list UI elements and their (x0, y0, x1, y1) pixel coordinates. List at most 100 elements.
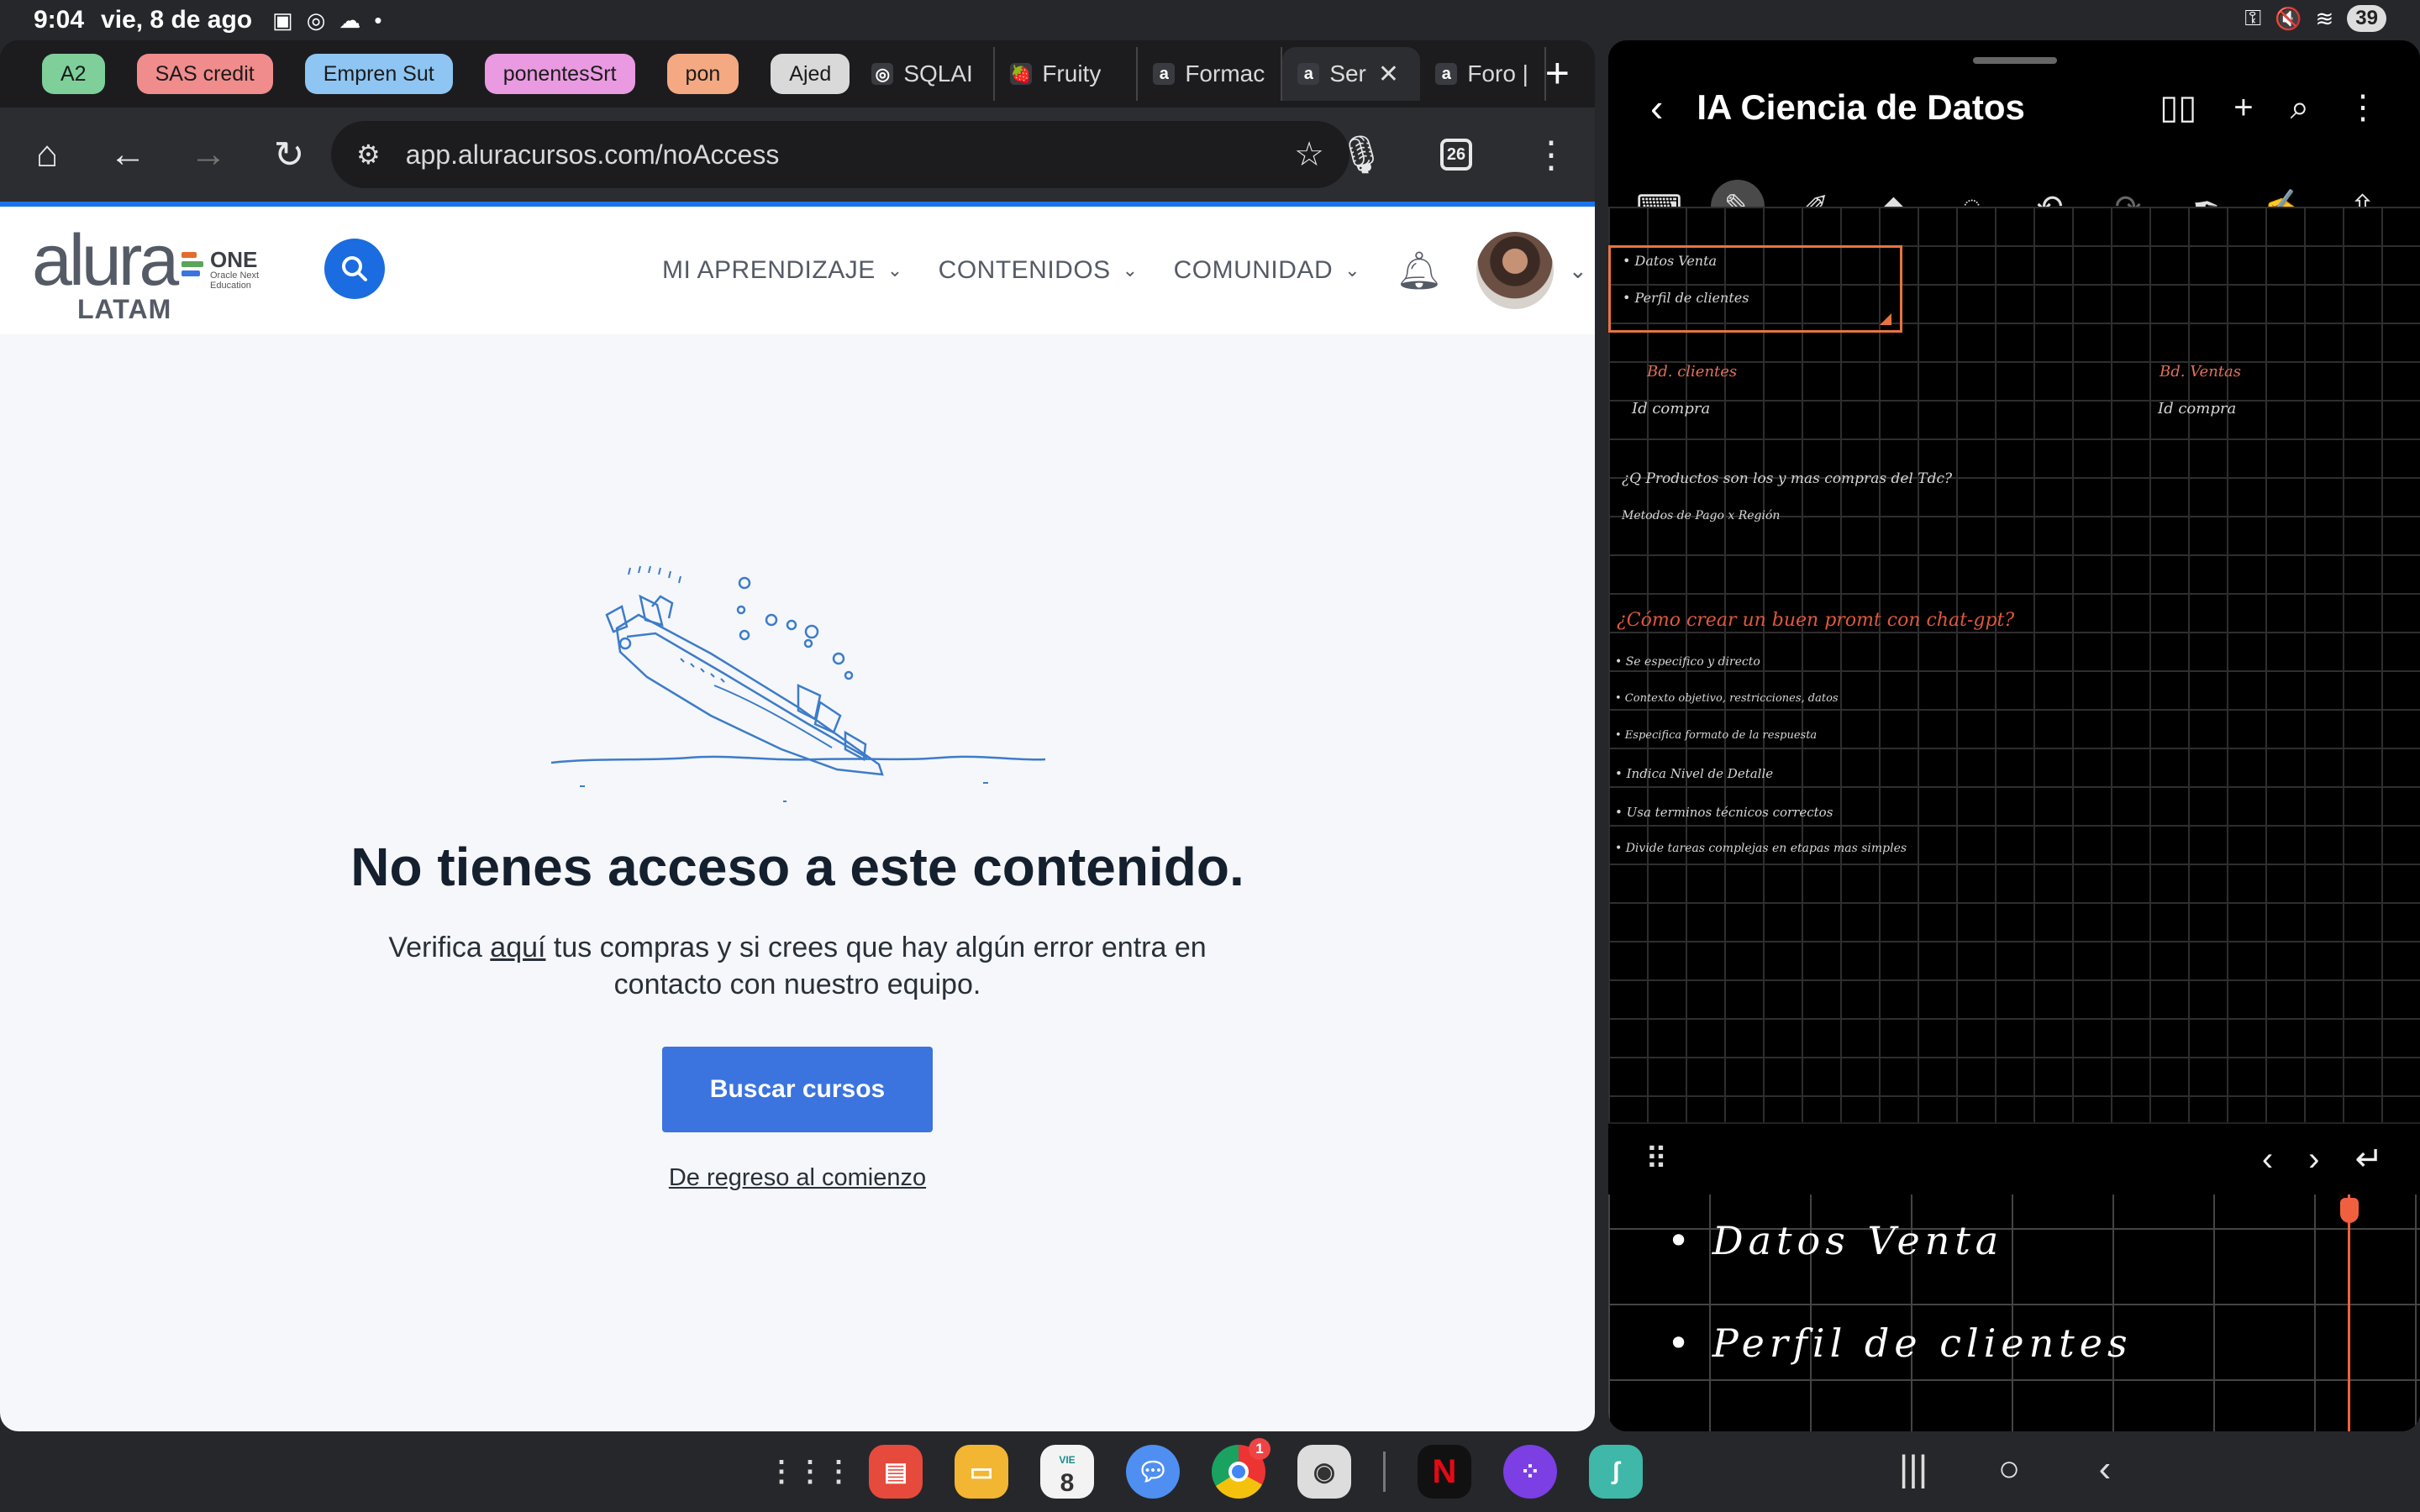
home-circle-icon[interactable]: ○ (1961, 1448, 2057, 1490)
note-question-2: Metodos de Pago x Región (1622, 509, 1781, 522)
enter-return-icon[interactable]: ↵ (2354, 1140, 2383, 1179)
back-chevron-icon[interactable]: ‹ (2057, 1448, 2153, 1490)
netflix-app-icon[interactable]: N (1418, 1445, 1471, 1499)
new-tab-plus-icon[interactable]: + (1545, 49, 1570, 97)
nav-label: COMUNIDAD (1173, 256, 1334, 284)
book-view-icon[interactable]: ▯▯ (2160, 88, 2196, 127)
close-tab-icon[interactable]: ✕ (1378, 60, 1399, 89)
tab-label: SQLAI (903, 60, 973, 87)
chrome-notification-icon: ◎ (306, 7, 326, 33)
one-line2: Education (210, 281, 251, 291)
back-chevron-icon[interactable]: ‹ (1650, 85, 1663, 130)
previous-chevron-icon[interactable]: ‹ (2262, 1141, 2273, 1179)
nav-label: MI APRENDIZAJE (662, 256, 876, 284)
search-button[interactable] (324, 239, 385, 299)
back-to-home-link[interactable]: De regreso al comienzo (0, 1164, 1595, 1192)
handwriting-pad[interactable]: • Datos Venta • Perfil de clientes (1608, 1194, 2420, 1431)
avatar[interactable] (1476, 232, 1554, 309)
status-date: vie, 8 de ago (101, 6, 253, 34)
tab-active[interactable]: a Ser ✕ (1282, 47, 1421, 101)
home-icon[interactable]: ⌂ (7, 134, 87, 176)
nav-mi-aprendizaje[interactable]: MI APRENDIZAJE ⌄ (662, 256, 903, 285)
tab-group-label: A2 (60, 61, 87, 86)
camera-app-icon[interactable]: ◉ (1297, 1445, 1351, 1499)
note-bd-ventas: Bd. Ventas (2160, 363, 2241, 381)
url-text[interactable]: app.aluracursos.com/noAccess (406, 139, 1294, 171)
pad-cursor[interactable] (2348, 1194, 2350, 1431)
my-files-icon[interactable]: ▭ (955, 1445, 1008, 1499)
tab-group-a2[interactable]: A2 (42, 54, 105, 94)
nav-contenidos[interactable]: CONTENIDOS ⌄ (939, 256, 1139, 285)
tab-group-ajed[interactable]: Ajed (771, 54, 850, 94)
tab-group-label: pon (685, 61, 721, 86)
finance-app-icon[interactable]: ʃ (1589, 1445, 1643, 1499)
desc-prefix: Verifica (388, 932, 491, 963)
notes-header: ‹ IA Ciencia de Datos ▯▯ + ⌕ ⋮ (1608, 66, 2420, 150)
add-plus-icon[interactable]: + (2233, 89, 2253, 127)
more-options-icon[interactable]: ⋮ (2346, 88, 2380, 127)
tab-favicon: a (1297, 63, 1320, 85)
notification-badge: 1 (1249, 1438, 1270, 1460)
browser-window: A2 SAS credit Empren Sut ponentesSrt pon… (0, 40, 1595, 1431)
window-drag-handle[interactable] (1973, 57, 2057, 64)
next-chevron-icon[interactable]: › (2308, 1141, 2319, 1179)
messages-app-icon[interactable]: 💬︎ (1126, 1445, 1180, 1499)
drag-handle-icon[interactable]: ⠿ (1645, 1142, 2262, 1177)
reload-icon[interactable]: ↻ (249, 134, 329, 176)
menu-kebab-icon[interactable]: ⋮ (1511, 134, 1591, 176)
key-icon: ⚿ (2244, 5, 2262, 30)
selected-line-2: • Perfil de clientes (1623, 290, 1749, 306)
calendar-weekday: VIE (1059, 1454, 1076, 1466)
taskbar-separator (1383, 1452, 1386, 1492)
microphone-icon[interactable]: 🎙 (1321, 133, 1402, 176)
handwriting-selection-box[interactable]: • Datos Venta • Perfil de clientes (1608, 245, 1902, 333)
resize-corner-icon[interactable] (1880, 313, 1891, 325)
pad-line-1: • Datos Venta (1667, 1218, 2004, 1263)
apps-edge-icon[interactable]: ⁘ (1503, 1445, 1557, 1499)
alura-logo[interactable]: alura LATAM (32, 224, 183, 325)
calendar-app-icon[interactable]: VIE 8 (1040, 1445, 1094, 1499)
notes-app-icon[interactable]: ▤ (869, 1445, 923, 1499)
chrome-app-icon[interactable]: 1 (1212, 1438, 1270, 1499)
status-bar: 9:04 vie, 8 de ago ▣ ◎ ☁ • ⚿ 🔇 ≋ 39 (0, 0, 2420, 40)
tab-fruity[interactable]: 🍓 Fruity (995, 47, 1139, 101)
battery-indicator: 39 (2347, 5, 2386, 32)
bell-icon[interactable]: 🔔︎ (1396, 249, 1443, 292)
tab-strip: A2 SAS credit Empren Sut ponentesSrt pon… (0, 40, 1595, 108)
page-title: No tienes acceso a este contenido. (350, 837, 1244, 897)
tab-label: Ser (1329, 60, 1366, 87)
screenshot-icon: ▣ (272, 7, 293, 33)
one-logo: ONE Oracle Next Education (182, 249, 259, 291)
chevron-down-icon: ⌄ (1344, 260, 1361, 281)
tab-switcher-button[interactable]: 26 (1440, 139, 1472, 171)
nav-comunidad[interactable]: COMUNIDAD ⌄ (1174, 256, 1360, 285)
search-courses-button[interactable]: Buscar cursos (662, 1047, 933, 1132)
tab-group-pon[interactable]: pon (666, 54, 739, 94)
site-settings-icon[interactable]: ⚙ (356, 139, 381, 171)
app-drawer-icon[interactable]: ⋮⋮⋮ (767, 1445, 853, 1499)
bookmark-star-icon[interactable]: ☆ (1294, 135, 1324, 174)
verify-link[interactable]: aquí (490, 932, 545, 963)
back-arrow-icon[interactable]: ← (87, 134, 168, 176)
cloud-icon: ☁ (339, 7, 361, 33)
note-canvas[interactable]: • Datos Venta • Perfil de clientes Bd. c… (1608, 207, 2420, 1122)
chevron-down-icon[interactable]: ⌄ (1569, 258, 1587, 284)
tab-group-ponentessrt[interactable]: ponentesSrt (484, 54, 635, 94)
tab-group-empren-sut[interactable]: Empren Sut (304, 54, 453, 94)
pad-cursor-handle-icon[interactable] (2340, 1198, 2359, 1223)
logo-sub: LATAM (77, 294, 172, 324)
tab-sqlai[interactable]: ◎ SQLAI (856, 47, 996, 101)
note-bd-clientes: Bd. clientes (1647, 363, 1738, 381)
one-logo-bars-icon (182, 252, 203, 280)
tab-group-label: SAS credit (155, 61, 255, 86)
forward-arrow-icon[interactable]: → (168, 134, 249, 176)
tab-group-sas-credit[interactable]: SAS credit (136, 54, 273, 94)
dot-icon: • (374, 7, 382, 33)
search-icon[interactable]: ⌕ (2291, 89, 2309, 127)
address-bar[interactable]: ⚙ app.aluracursos.com/noAccess ☆ (331, 121, 1349, 188)
recent-apps-icon[interactable]: ||| (1865, 1448, 1961, 1490)
browser-toolbar: ⌂ ← → ↻ ⚙ app.aluracursos.com/noAccess ☆… (0, 108, 1595, 202)
tab-formacion[interactable]: a Formación (1138, 47, 1283, 101)
tab-foro[interactable]: a Foro | (1420, 47, 1547, 101)
note-id-compra-2: Id compra (2158, 400, 2237, 417)
